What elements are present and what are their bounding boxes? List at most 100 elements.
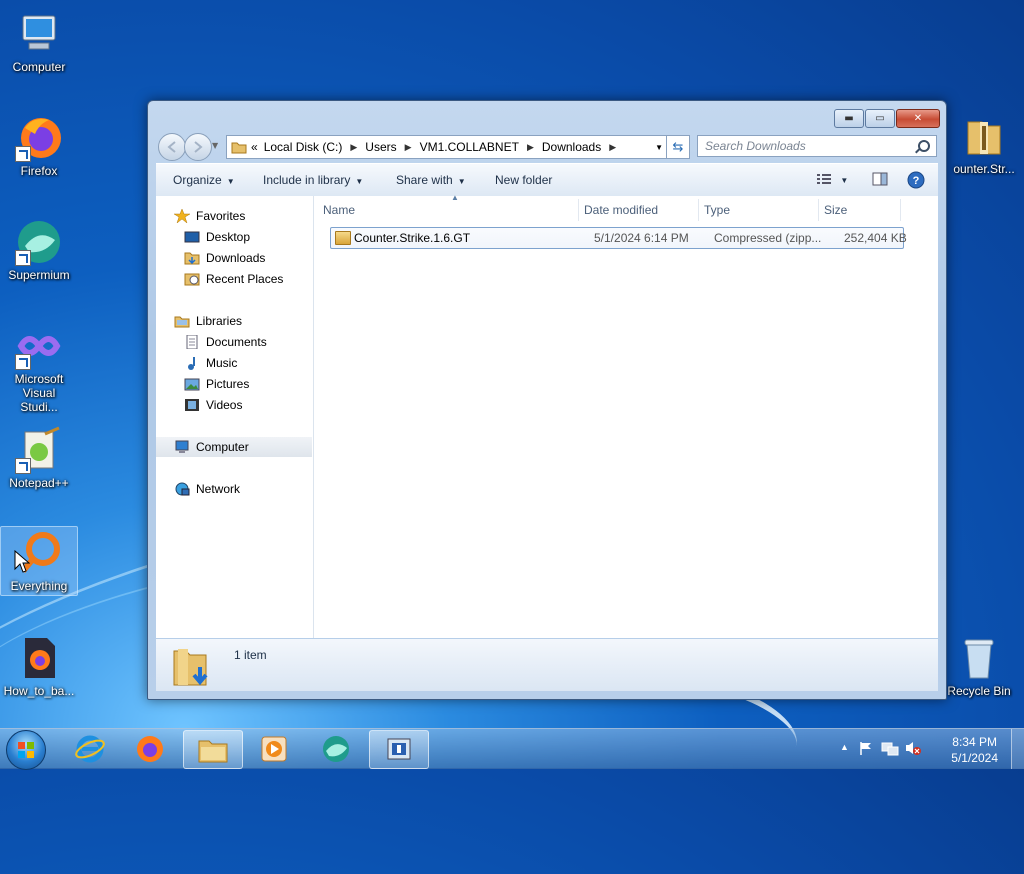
taskbar-supermium[interactable] (307, 730, 365, 767)
taskbar-windows-explorer[interactable] (183, 730, 243, 769)
network-tray-icon[interactable] (881, 740, 899, 756)
nav-desktop-label: Desktop (206, 230, 251, 244)
desktop-icon-how-to-ba[interactable]: How_to_ba... (1, 628, 77, 698)
column-separator[interactable] (818, 199, 819, 221)
column-separator[interactable] (698, 199, 699, 221)
breadcrumb-downloads[interactable]: Downloads (542, 140, 601, 154)
taskbar: ▲ 8:34 PM 5/1/2024 (0, 728, 1024, 770)
clock[interactable]: 8:34 PM 5/1/2024 (951, 734, 998, 766)
network-icon (175, 482, 190, 496)
breadcrumb-chevron-icon[interactable]: ▶ (405, 142, 412, 153)
notepadpp-icon (15, 426, 63, 474)
view-details-icon (817, 174, 831, 184)
media-player-icon (261, 736, 287, 761)
desktop-icon-firefox[interactable]: Firefox (1, 108, 77, 178)
folder-icon (231, 142, 247, 154)
desktop-icon-notepadpp[interactable]: Notepad++ (1, 420, 77, 490)
desktop-icon-computer[interactable]: Computer (1, 4, 77, 74)
details-pane: 1 item (156, 639, 938, 691)
nav-libraries[interactable]: Libraries (174, 311, 330, 331)
desktop-icon-supermium[interactable]: Supermium (1, 212, 77, 282)
visual-studio-icon (15, 322, 63, 370)
search-input[interactable]: Search Downloads (697, 135, 937, 157)
computer-icon (175, 440, 189, 453)
nav-computer[interactable]: Computer (156, 437, 312, 457)
start-button[interactable] (6, 730, 46, 770)
refresh-button[interactable]: ⇆ (666, 135, 690, 159)
desktop-icon-visual-studio[interactable]: Microsoft Visual Studi... (1, 316, 77, 414)
maximize-button[interactable]: ▭ (865, 109, 895, 128)
breadcrumb-chevron-icon[interactable]: ▶ (350, 142, 357, 153)
volume-muted-icon[interactable] (904, 740, 922, 756)
forward-button[interactable] (184, 133, 212, 161)
search-placeholder: Search Downloads (705, 139, 806, 153)
organize-label: Organize (173, 173, 222, 187)
show-desktop-button[interactable] (1011, 729, 1024, 769)
desktop-icon-label: ounter.Str... (953, 162, 1015, 176)
new-folder-button[interactable]: New folder (495, 173, 552, 187)
organize-button[interactable]: Organize ▼ (173, 173, 235, 187)
breadcrumb-vm1-collabnet[interactable]: VM1.COLLABNET (420, 140, 519, 154)
nav-network[interactable]: Network (174, 479, 330, 499)
address-overflow[interactable]: « (251, 140, 258, 154)
item-count: 1 item (234, 648, 267, 662)
taskbar-active-app[interactable] (369, 730, 429, 769)
recent-places-icon (184, 273, 200, 286)
back-button[interactable] (158, 133, 186, 161)
nav-music-label: Music (206, 356, 238, 370)
desktop-icon-label: Microsoft Visual Studi... (14, 372, 64, 414)
minimize-button[interactable]: ▬ (834, 109, 864, 128)
explorer-window[interactable]: ▬ ▭ ✕ ▼ « Local Disk (C:) ▶ Users ▶ VM1.… (147, 100, 947, 700)
breadcrumb-local-disk[interactable]: Local Disk (C:) (264, 140, 343, 154)
breadcrumb-users[interactable]: Users (365, 140, 396, 154)
forward-arrow-icon (194, 141, 203, 153)
file-name: Counter.Strike.1.6.GT (354, 231, 471, 245)
taskbar-media-player[interactable] (245, 730, 303, 767)
file-list: ▲ Name Date modified Type Size Counter.S… (314, 193, 938, 638)
libraries-icon (174, 316, 190, 328)
supermium-icon (15, 218, 63, 266)
nav-favorites[interactable]: Favorites (174, 206, 330, 226)
help-button[interactable]: ? (907, 171, 925, 192)
navigation-bar: ▼ « Local Disk (C:) ▶ Users ▶ VM1.COLLAB… (156, 133, 938, 161)
caption-buttons: ▬ ▭ ✕ (833, 109, 940, 128)
taskbar-firefox[interactable] (121, 730, 179, 767)
desktop-icon-label: Notepad++ (9, 476, 69, 490)
file-row[interactable]: Counter.Strike.1.6.GT 5/1/2024 6:14 PM C… (330, 227, 907, 249)
clock-date: 5/1/2024 (951, 751, 998, 765)
taskbar-internet-explorer[interactable] (61, 730, 119, 767)
nav-libraries-label: Libraries (196, 314, 243, 328)
desktop-icon (184, 231, 200, 243)
close-button[interactable]: ✕ (896, 109, 940, 128)
shortcut-arrow-icon (15, 250, 31, 266)
desktop-icon-label: Supermium (8, 268, 70, 282)
dropdown-arrow-icon: ▼ (457, 177, 466, 186)
include-in-library-button[interactable]: Include in library ▼ (263, 173, 363, 187)
column-header-date-modified[interactable]: Date modified (584, 203, 658, 217)
address-dropdown-icon[interactable]: ▼ (655, 143, 663, 152)
breadcrumb-chevron-icon[interactable]: ▶ (527, 142, 534, 153)
sort-indicator-icon: ▲ (451, 193, 459, 202)
change-view-button[interactable]: ▼ (816, 172, 848, 189)
address-bar[interactable]: « Local Disk (C:) ▶ Users ▶ VM1.COLLABNE… (226, 135, 668, 159)
show-hidden-icons-button[interactable]: ▲ (840, 742, 849, 752)
search-icon[interactable] (918, 140, 930, 152)
recent-pages-dropdown[interactable]: ▼ (212, 141, 218, 150)
breadcrumb-chevron-icon[interactable]: ▶ (609, 142, 616, 153)
desktop-icon-everything[interactable]: Everything (0, 526, 78, 596)
preview-pane-button[interactable] (872, 172, 888, 189)
file-date-modified: 5/1/2024 6:14 PM (594, 231, 689, 245)
downloads-folder-icon (173, 649, 208, 686)
nav-recent-places-label: Recent Places (206, 272, 284, 286)
column-separator[interactable] (900, 199, 901, 221)
column-header-name[interactable]: Name (323, 203, 355, 217)
action-center-flag-icon[interactable] (858, 740, 874, 756)
share-with-button[interactable]: Share with ▼ (396, 173, 466, 187)
desktop-icon-counter-strike[interactable]: ounter.Str... (944, 106, 1024, 176)
column-header-size[interactable]: Size (824, 203, 847, 217)
column-separator[interactable] (578, 199, 579, 221)
column-header-type[interactable]: Type (704, 203, 730, 217)
desktop-icon-recycle-bin[interactable]: Recycle Bin (937, 628, 1021, 698)
shortcut-arrow-icon (15, 354, 31, 370)
clock-time: 8:34 PM (952, 735, 997, 749)
